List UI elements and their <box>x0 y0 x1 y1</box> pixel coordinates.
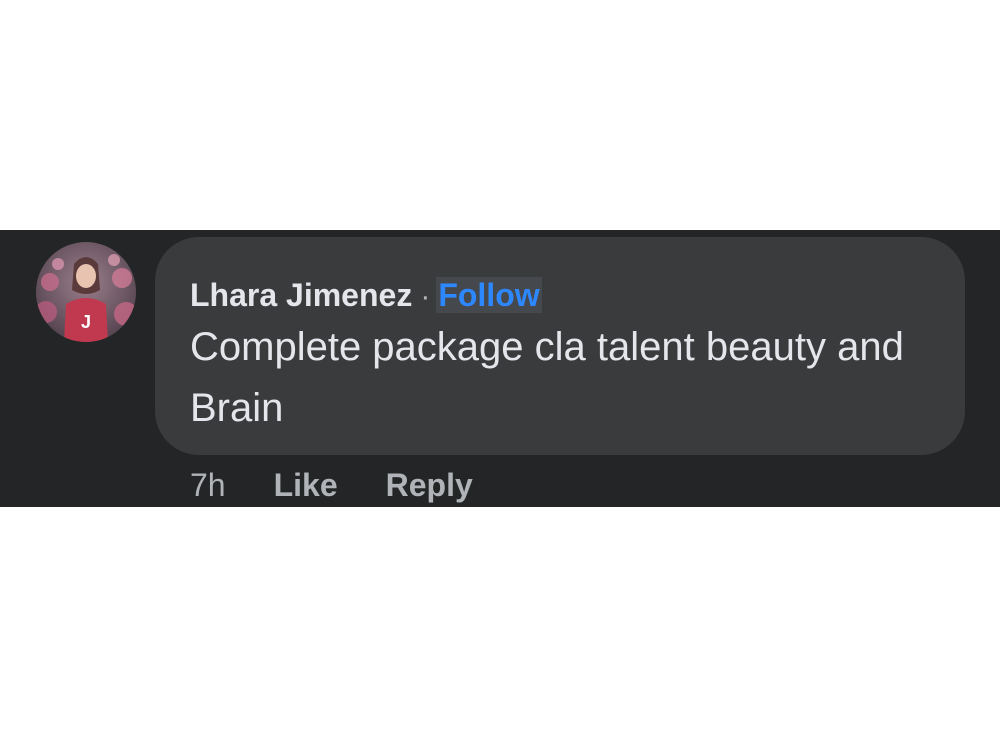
timestamp[interactable]: 7h <box>190 467 226 503</box>
avatar[interactable]: J <box>36 242 136 342</box>
reply-button[interactable]: Reply <box>386 467 473 503</box>
author-name[interactable]: Lhara Jimenez <box>190 277 412 313</box>
comment-text: Complete package cla talent beauty and B… <box>190 325 904 430</box>
avatar-letter: J <box>81 312 91 332</box>
user-avatar-icon: J <box>36 242 136 342</box>
like-button[interactable]: Like <box>274 467 338 503</box>
comment-action-bar: 7h Like Reply <box>190 467 521 510</box>
comment-header: Lhara Jimenez · Follow <box>190 277 542 320</box>
comment-container: J Lhara Jimenez · Follow Complete package … <box>0 230 1000 507</box>
separator-dot: · <box>420 280 431 313</box>
comment-bubble: Lhara Jimenez · Follow Complete package cl… <box>155 237 965 455</box>
follow-button[interactable]: Follow <box>436 277 542 313</box>
